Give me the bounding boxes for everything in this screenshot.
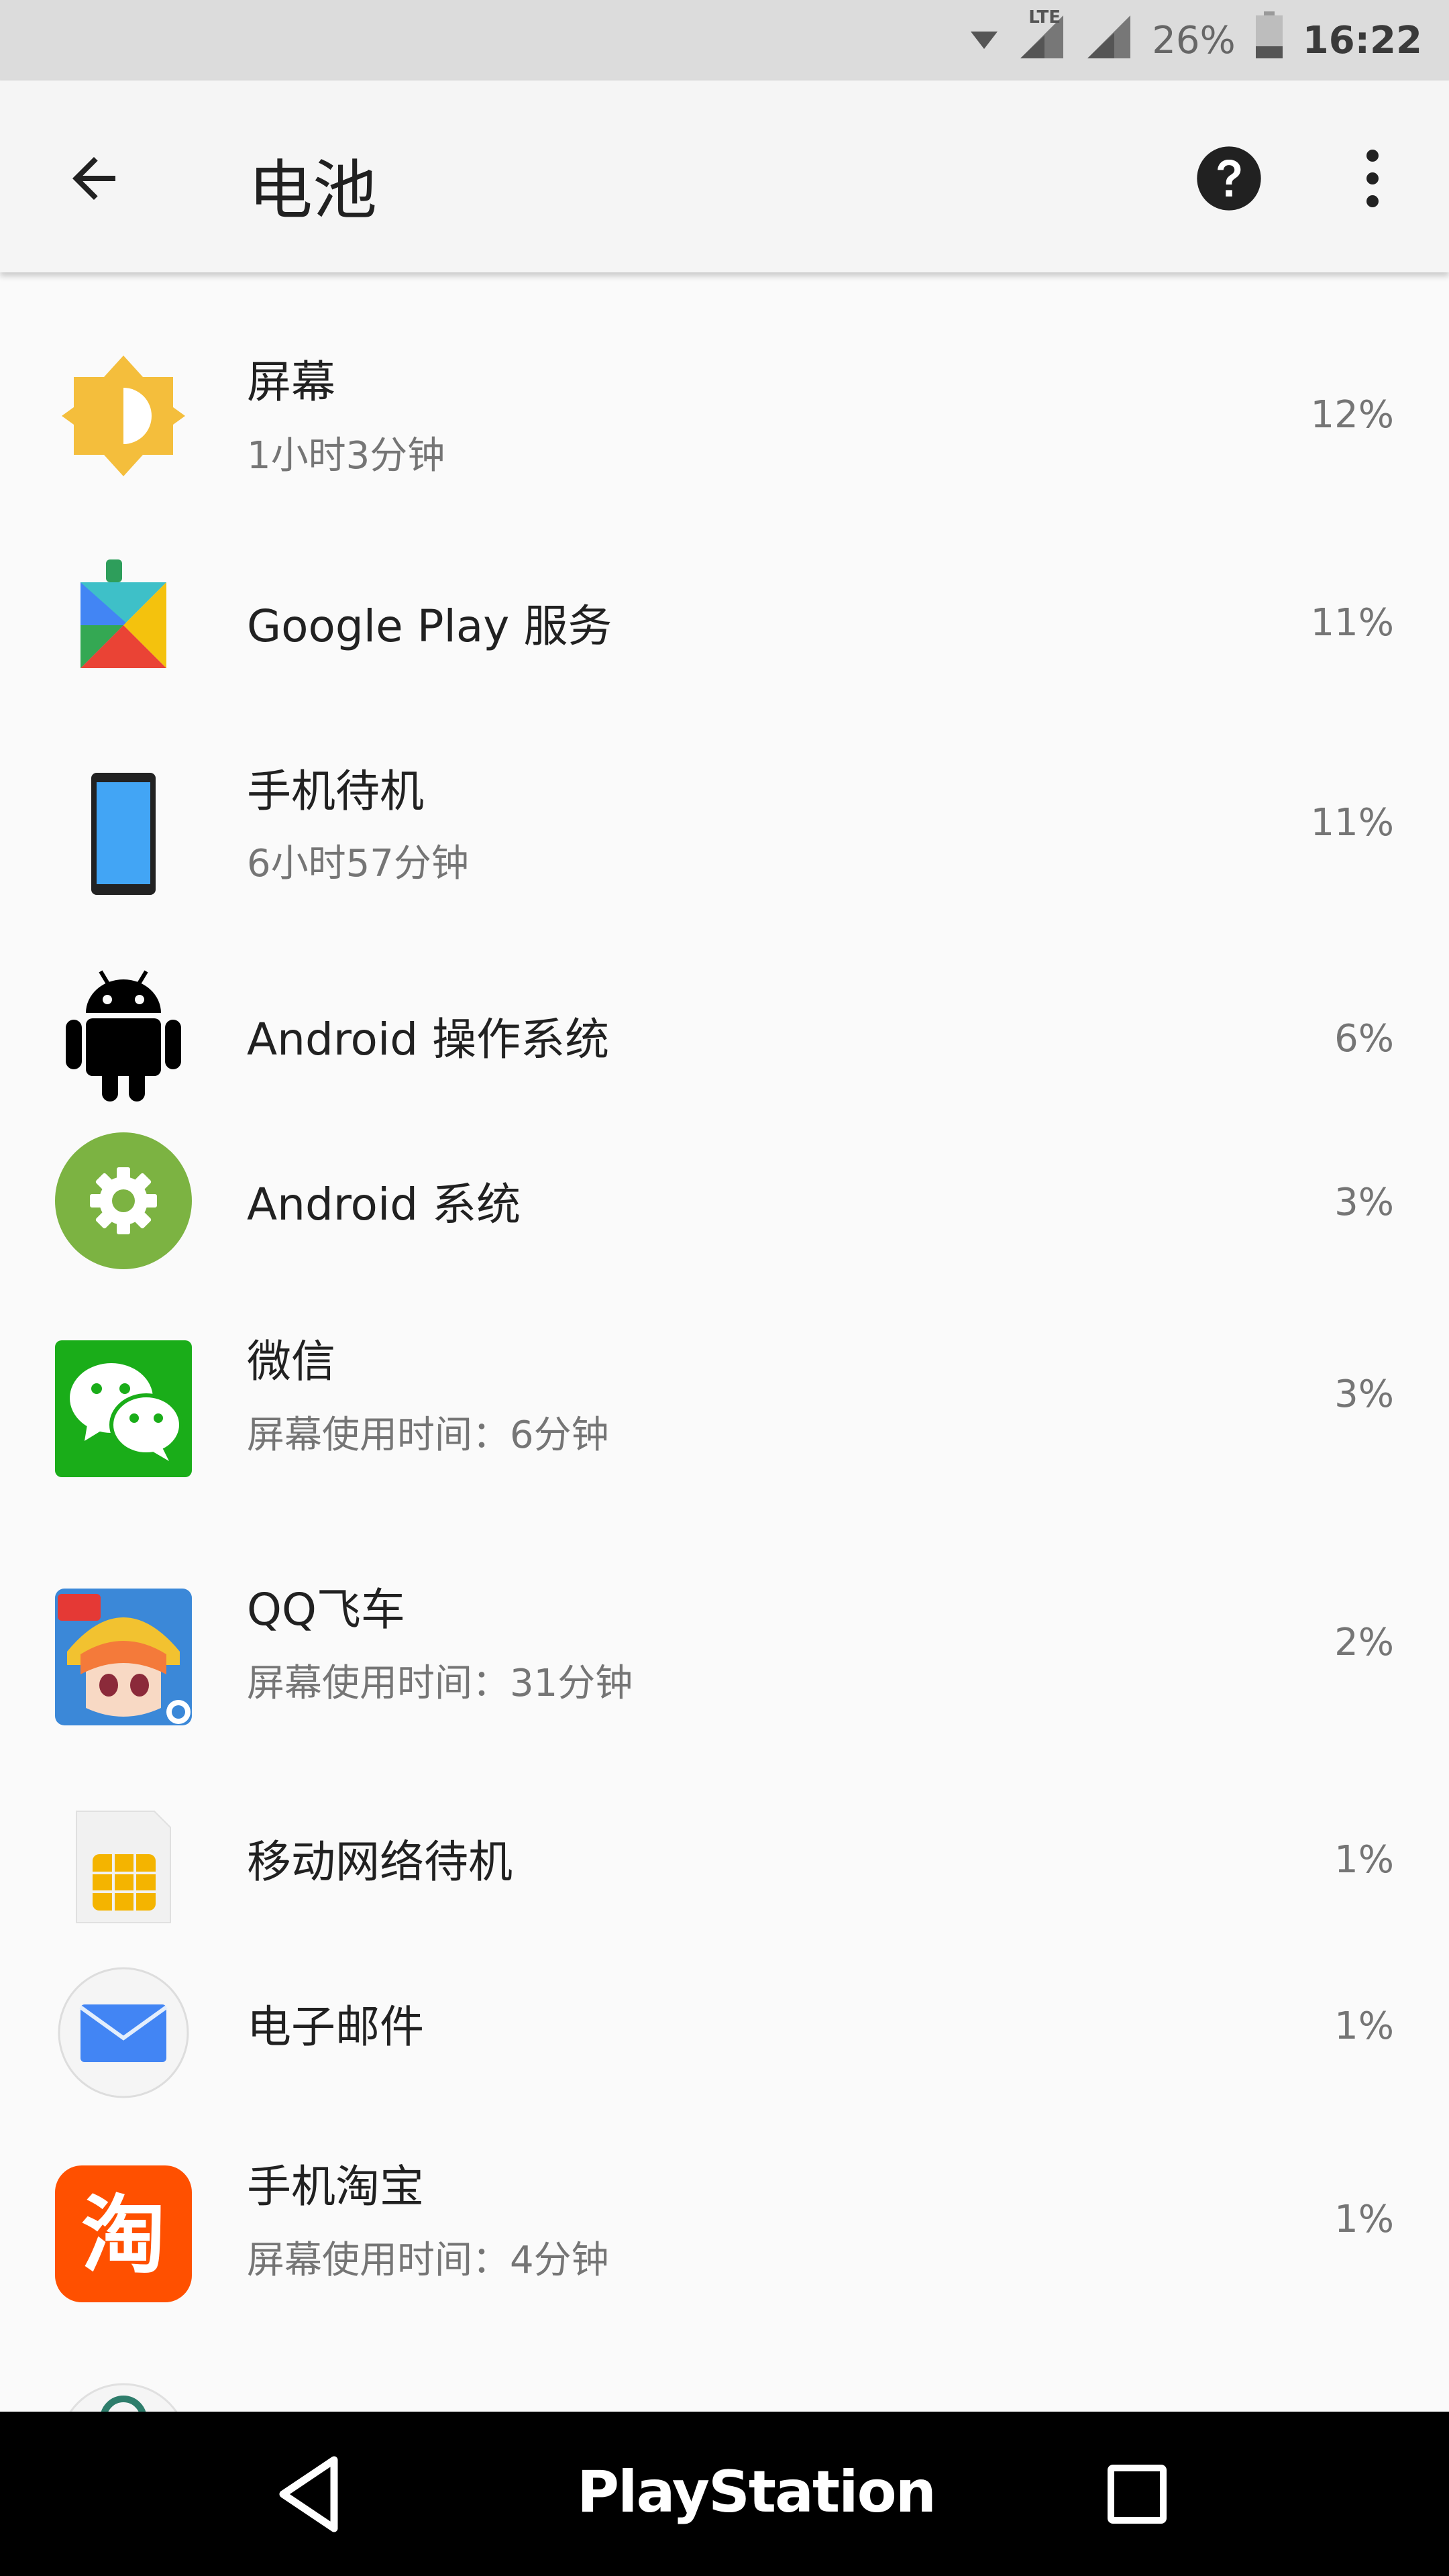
list-item[interactable]: 手机待机 6小时57分钟 11% <box>0 742 1449 936</box>
battery-percent: 26% <box>1152 18 1236 62</box>
phone-idle-icon <box>54 766 193 906</box>
battery-icon <box>1254 11 1284 69</box>
list-item[interactable]: Google Play 服务 11% <box>0 541 1449 695</box>
help-circle-icon <box>1197 146 1261 211</box>
app-name: 手机淘宝 <box>247 2161 424 2212</box>
usage-percent: 1% <box>1334 1838 1394 1882</box>
list-item[interactable]: 微信 屏幕使用时间：6分钟 3% <box>0 1326 1449 1513</box>
app-name: QQ飞车 <box>247 1584 405 1635</box>
android-system-gear-icon <box>54 1131 193 1271</box>
usage-percent: 11% <box>1310 601 1394 645</box>
app-name: 移动网络待机 <box>247 1836 513 1888</box>
list-item[interactable]: 淘 手机淘宝 屏幕使用时间：4分钟 1% <box>0 2151 1449 2339</box>
status-bar: LTE 26% 16:22 <box>0 0 1449 80</box>
nav-back-triangle-icon <box>279 2456 338 2532</box>
wifi-icon <box>969 19 999 62</box>
back-button[interactable] <box>62 146 126 211</box>
clock: 16:22 <box>1302 18 1422 62</box>
partial-app-icon <box>54 2379 193 2412</box>
app-name: 微信 <box>247 1336 335 1387</box>
nav-recents-square-icon <box>1108 2465 1167 2524</box>
email-icon <box>54 1963 193 2102</box>
list-item[interactable]: 屏幕 1小时3分钟 12% <box>0 326 1449 507</box>
lte-label: LTE <box>1028 7 1061 28</box>
usage-percent: 12% <box>1310 393 1394 437</box>
app-name: 屏幕 <box>247 356 335 408</box>
more-vert-icon <box>1366 150 1379 207</box>
usage-percent: 6% <box>1334 1017 1394 1061</box>
nav-recents-button[interactable] <box>1107 2464 1167 2524</box>
app-name: 电子邮件 <box>247 2001 424 2053</box>
android-robot-icon <box>54 966 193 1106</box>
usage-percent: 3% <box>1334 1373 1394 1416</box>
usage-percent: 2% <box>1334 1621 1394 1664</box>
usage-time: 1小时3分钟 <box>247 434 445 478</box>
usage-percent: 3% <box>1334 1181 1394 1224</box>
help-button[interactable] <box>1194 144 1264 213</box>
cell-signal-icon <box>1085 11 1133 69</box>
list-item[interactable]: 移动网络待机 1% <box>0 1795 1449 1949</box>
usage-percent: 11% <box>1310 801 1394 845</box>
arrow-left-icon <box>72 157 115 200</box>
nav-home-button[interactable]: PlayStation <box>577 2452 936 2532</box>
navigation-bar: PlayStation <box>0 2412 1449 2576</box>
list-item-partial[interactable] <box>0 2372 1449 2412</box>
app-name: Android 系统 <box>247 1179 521 1230</box>
usage-time: 屏幕使用时间：4分钟 <box>247 2239 609 2282</box>
usage-percent: 1% <box>1334 2004 1394 2048</box>
page-title: 电池 <box>248 153 377 228</box>
sim-card-icon <box>54 1802 193 1941</box>
app-name: Google Play 服务 <box>247 600 612 652</box>
svg-text:淘: 淘 <box>81 2186 166 2285</box>
app-name: Android 操作系统 <box>247 1014 610 1065</box>
nav-back-button[interactable] <box>275 2451 342 2538</box>
app-bar: 电池 <box>0 80 1449 272</box>
lte-signal-icon: LTE <box>1018 7 1066 69</box>
brightness-icon <box>54 346 193 486</box>
usage-percent: 1% <box>1334 2198 1394 2241</box>
status-icons: LTE 26% 16:22 <box>969 0 1422 80</box>
list-item[interactable]: Android 操作系统 6% <box>0 957 1449 1111</box>
usage-time: 屏幕使用时间：31分钟 <box>247 1662 633 1705</box>
taobao-icon: 淘 <box>54 2164 193 2304</box>
usage-time: 6小时57分钟 <box>247 842 469 885</box>
list-item[interactable]: 电子邮件 1% <box>0 1963 1449 2117</box>
qq-speed-game-icon <box>54 1587 193 1727</box>
list-item[interactable]: Android 系统 3% <box>0 1131 1449 1285</box>
list-item[interactable]: QQ飞车 屏幕使用时间：31分钟 2% <box>0 1574 1449 1762</box>
more-options-button[interactable] <box>1352 144 1393 213</box>
app-name: 手机待机 <box>247 765 424 817</box>
wechat-icon <box>54 1339 193 1479</box>
google-play-services-icon <box>54 547 193 687</box>
usage-time: 屏幕使用时间：6分钟 <box>247 1413 609 1457</box>
